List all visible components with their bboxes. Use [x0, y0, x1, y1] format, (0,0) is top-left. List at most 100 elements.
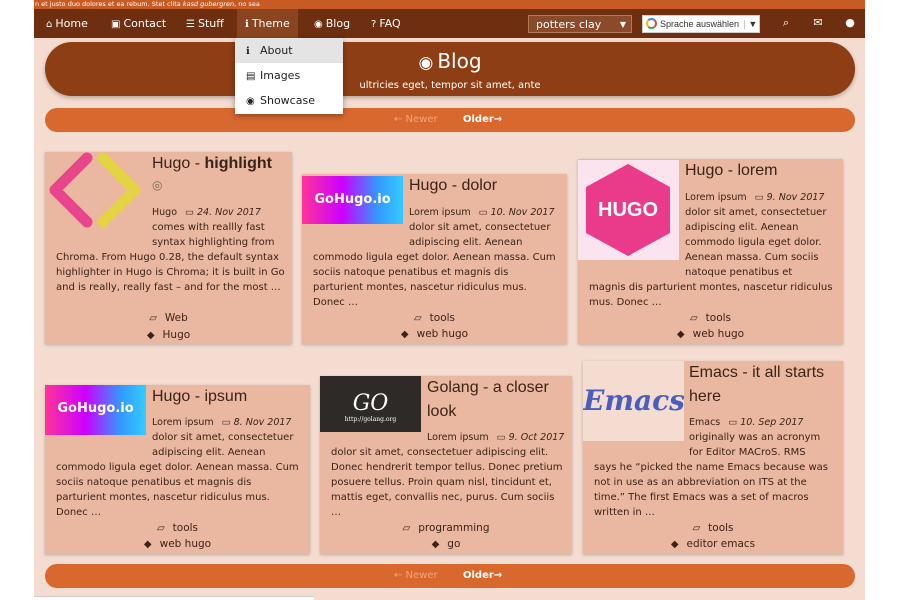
post-excerpt-top: originally was an acronym for Editor MAC…	[689, 432, 821, 458]
post-image-text: GoHugo.io	[314, 192, 391, 207]
tags-icon: ◆	[670, 539, 679, 550]
post-tags[interactable]: ◆ web hugo	[45, 537, 310, 552]
pager-newer-link[interactable]: ← Newer	[394, 564, 438, 588]
post-card[interactable]: GoHugo.io Hugo - ipsum Lorem ipsum ▭ 8. No…	[45, 385, 310, 554]
folder-icon: ▱	[156, 523, 165, 534]
post-card[interactable]: GO http://golang.org Golang - a closer lo…	[320, 376, 572, 554]
post-title-prefix: Hugo -	[152, 155, 205, 172]
post-meta: Emacs ▭ 10. Sep 2017	[689, 415, 803, 430]
nav-stuff[interactable]: ☰ Stuff	[186, 9, 224, 38]
calendar-icon: ▭	[754, 192, 764, 203]
post-tags[interactable]: ◆ web hugo	[578, 327, 843, 342]
folder-icon: ▱	[149, 313, 157, 324]
post-image: GoHugo.io	[302, 176, 403, 224]
post-title[interactable]: Hugo - lorem	[685, 159, 835, 183]
search-icon[interactable]: ⌕	[779, 16, 793, 30]
calendar-icon: ▭	[185, 207, 194, 218]
post-category[interactable]: ▱ tools	[45, 521, 310, 536]
post-author: Lorem ipsum	[427, 432, 489, 443]
hugo-logo: HUGO	[586, 164, 670, 256]
post-excerpt: magnis dis parturient montes, nascetur r…	[589, 282, 833, 308]
post-card[interactable]: HUGO Hugo - lorem Lorem ipsum ▭ 9. Nov 201…	[578, 159, 843, 344]
post-excerpt: says he “picked the name Emacs because w…	[594, 462, 828, 518]
post-excerpt-top: comes with reallly fast syntax highlight…	[152, 222, 275, 248]
post-tags[interactable]: ◆ web hugo	[302, 327, 567, 342]
mail-icon[interactable]: ✉	[811, 16, 825, 30]
theme-select[interactable]: potters clay ▼	[528, 15, 632, 33]
post-author: Hugo	[152, 207, 178, 218]
dropdown-item-label: Showcase	[260, 94, 315, 107]
dropdown-item-label: Images	[260, 69, 301, 82]
nav-contact-label: Contact	[123, 17, 167, 30]
post-excerpt-top: dolor sit amet, consectetuer adipiscing …	[409, 222, 551, 248]
go-logo-text: GO	[352, 391, 389, 416]
post-title[interactable]: Hugo - dolor	[409, 174, 559, 198]
post-image: GO http://golang.org	[320, 376, 421, 432]
tags-icon: ◆	[146, 330, 155, 341]
rss-icon: ◉	[314, 19, 323, 30]
nav-blog-label: Blog	[325, 17, 351, 30]
post-category[interactable]: ▱ tools	[578, 311, 843, 326]
post-image-text: GoHugo.io	[57, 401, 134, 416]
page-subtitle: ultricies eget, tempor sit amet, ante	[359, 80, 541, 91]
folder-icon: ▱	[402, 523, 411, 534]
post-tags[interactable]: ◆ editor emacs	[583, 537, 843, 552]
post-meta: Lorem ipsum ▭ 8. Nov 2017	[152, 415, 291, 430]
google-translate-select[interactable]: Sprache auswählen | ▼	[642, 15, 760, 33]
post-category[interactable]: ▱ tools	[583, 521, 843, 536]
nav-contact[interactable]: ▣ Contact	[111, 9, 166, 38]
nav-faq[interactable]: ? FAQ	[371, 9, 401, 38]
theme-select-value: potters clay	[536, 18, 602, 31]
code-brackets-icon	[49, 152, 141, 228]
post-title[interactable]: Emacs - it all starts here	[689, 361, 839, 409]
github-icon[interactable]: ●	[843, 16, 857, 30]
chevron-down-icon: ▼	[619, 20, 626, 29]
post-card[interactable]: Emacs Emacs - it all starts here Emacs ▭ 1…	[583, 361, 843, 554]
nav-home[interactable]: ⌂ Home	[46, 9, 88, 38]
post-title[interactable]: Golang - a closer look	[427, 376, 567, 424]
post-excerpt: commodo ligula eget dolor. Aenean massa.…	[56, 462, 299, 518]
top-strip: n et justo duo dolores et ea rebum. Stet…	[34, 0, 865, 9]
post-card[interactable]: Hugo - highlight ◎ Hugo ▭ 24. Nov 2017 com…	[45, 152, 292, 344]
post-date: 9. Nov 2017	[766, 192, 825, 203]
pager-newer-link[interactable]: ← Newer	[394, 108, 438, 132]
post-meta: Lorem ipsum ▭ 9. Oct 2017	[427, 430, 564, 445]
home-icon: ⌂	[46, 19, 53, 30]
nav-theme[interactable]: ℹ Theme	[237, 9, 298, 38]
list-icon: ☰	[186, 19, 195, 30]
post-meta: Hugo ▭ 24. Nov 2017	[152, 205, 261, 220]
post-excerpt: Chroma. From Hugo 0.28, the default synt…	[56, 252, 285, 293]
post-category[interactable]: ▱ Web	[45, 311, 292, 326]
post-category[interactable]: ▱ programming	[320, 521, 572, 536]
post-tags[interactable]: ◆ go	[320, 537, 572, 552]
post-date: 10. Nov 2017	[490, 207, 555, 218]
post-meta: Lorem ipsum ▭ 10. Nov 2017	[409, 205, 555, 220]
translate-label: Sprache auswählen	[660, 19, 740, 29]
calendar-icon: ▭	[478, 207, 488, 218]
post-date: 8. Nov 2017	[233, 417, 292, 428]
page-title-text: Blog	[437, 49, 482, 73]
dropdown-item-showcase[interactable]: ◉ Showcase	[235, 88, 343, 113]
post-tags-label: web hugo	[692, 328, 745, 340]
post-author: Lorem ipsum	[152, 417, 214, 428]
tags-icon: ◆	[143, 539, 152, 550]
post-category[interactable]: ▱ tools	[302, 311, 567, 326]
post-image: Emacs	[583, 361, 684, 441]
pager-top: ← Newer Older→	[45, 108, 855, 132]
top-strip-text: n et justo duo dolores et ea rebum. Stet…	[35, 0, 183, 8]
contact-card-icon: ▣	[111, 19, 121, 30]
dropdown-item-images[interactable]: ▤ Images	[235, 63, 343, 88]
pager-older-link[interactable]: Older→	[463, 564, 502, 588]
pager-older-link[interactable]: Older→	[463, 108, 502, 132]
nav-blog[interactable]: ◉ Blog	[314, 9, 350, 38]
dropdown-item-label: About	[260, 44, 293, 57]
top-strip-text-end: , no sea	[234, 0, 260, 8]
post-title[interactable]: Hugo - highlight	[152, 152, 290, 176]
post-title[interactable]: Hugo - ipsum	[152, 385, 302, 409]
dropdown-item-about[interactable]: ℹ About	[235, 38, 343, 63]
post-tags[interactable]: ◆ Hugo	[45, 328, 292, 343]
post-author: Lorem ipsum	[685, 192, 747, 203]
post-category-label: tools	[429, 312, 456, 324]
google-icon	[646, 18, 657, 29]
post-card[interactable]: GoHugo.io Hugo - dolor Lorem ipsum ▭ 10. N…	[302, 174, 567, 344]
